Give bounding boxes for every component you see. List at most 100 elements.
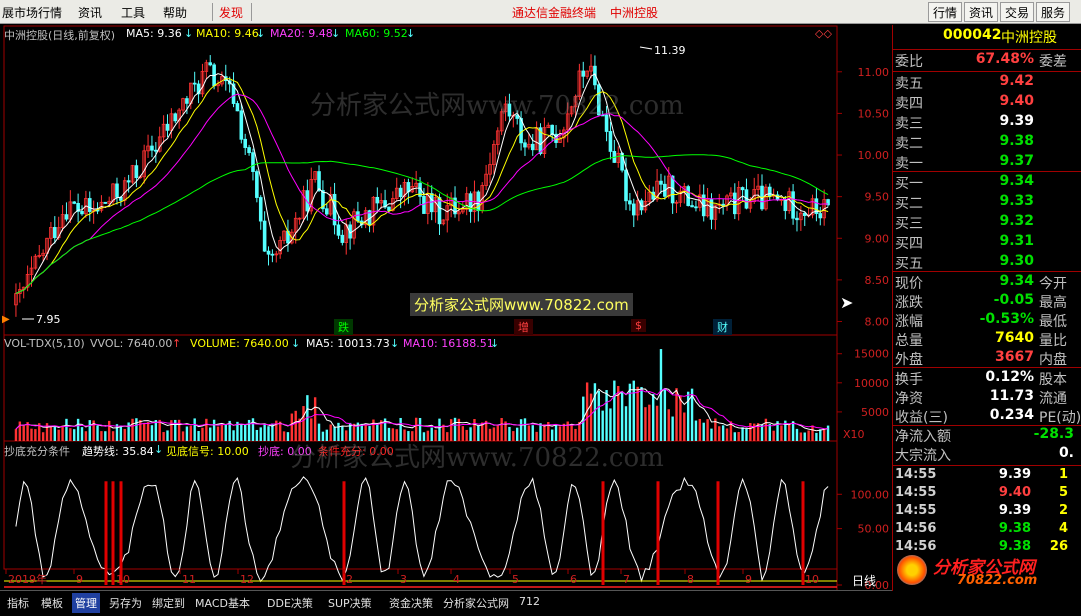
trade-qty: 2 bbox=[1058, 503, 1068, 518]
trade-row: 14:55 9.39 2 bbox=[893, 503, 1081, 521]
volume-bar bbox=[644, 407, 647, 441]
volume-bar bbox=[807, 430, 810, 441]
candle-body bbox=[624, 169, 628, 202]
trade-qty: 1 bbox=[1058, 467, 1068, 482]
watermark-box: 分析家公式网www.70822.com bbox=[410, 293, 633, 316]
marker-increase[interactable]: 增 bbox=[514, 319, 533, 335]
news-button[interactable]: 资讯 bbox=[964, 2, 999, 22]
volume-bar bbox=[189, 425, 192, 441]
volume-bar bbox=[826, 425, 830, 441]
volume-bar bbox=[768, 424, 771, 441]
ask-row[interactable]: 卖五 9.42 bbox=[893, 73, 1081, 92]
volume-bar bbox=[741, 427, 744, 441]
candle-body bbox=[476, 191, 481, 212]
volume-bar bbox=[624, 406, 628, 441]
arrow-down-icon: ↓ bbox=[184, 27, 194, 40]
diamond-icon[interactable]: ◇◇ bbox=[815, 27, 832, 40]
stat2-row: 收益(三) 0.234 PE(动) bbox=[893, 407, 1081, 426]
volume-bar bbox=[613, 380, 616, 441]
menu-market[interactable]: 展市场行情 bbox=[2, 4, 62, 21]
bottom-tab[interactable]: 管理 bbox=[72, 593, 100, 613]
menu-tools[interactable]: 工具 bbox=[121, 4, 145, 21]
flow-label: 净流入额 bbox=[895, 429, 951, 445]
quote-button[interactable]: 行情 bbox=[928, 2, 963, 22]
volume-bar bbox=[181, 431, 185, 441]
volume-bar bbox=[111, 431, 115, 441]
volume-bar bbox=[286, 432, 290, 441]
bottom-tab[interactable]: 分析家公式网 bbox=[440, 593, 512, 613]
candle-body bbox=[767, 186, 772, 197]
ask-row[interactable]: 卖二 9.38 bbox=[893, 133, 1081, 152]
marker-dividend[interactable]: $ bbox=[631, 319, 646, 332]
volume-bar bbox=[636, 386, 639, 441]
ask-row[interactable]: 卖一 9.37 bbox=[893, 153, 1081, 172]
ask-row[interactable]: 卖四 9.40 bbox=[893, 93, 1081, 112]
candle-body bbox=[173, 113, 178, 122]
marker-fall[interactable]: 跌 bbox=[334, 319, 353, 335]
y-tick-label: 9.00 bbox=[865, 232, 890, 245]
expand-arrow-icon[interactable]: ▶ bbox=[2, 314, 10, 325]
bottom-tab[interactable]: 模板 bbox=[38, 593, 66, 613]
volume-bar bbox=[593, 383, 597, 441]
service-button[interactable]: 服务 bbox=[1036, 2, 1071, 22]
bottom-tab[interactable]: 另存为 bbox=[106, 593, 145, 613]
logo-url: 70822.com bbox=[957, 573, 1038, 588]
bid-row[interactable]: 买五 9.30 bbox=[893, 253, 1081, 272]
ask-label: 卖二 bbox=[895, 136, 923, 152]
period-label[interactable]: 日线 bbox=[852, 572, 876, 589]
bottom-tab[interactable]: SUP决策 bbox=[325, 593, 375, 613]
ask-row[interactable]: 卖三 9.39 bbox=[893, 113, 1081, 132]
volume-bar bbox=[652, 394, 655, 441]
volume-bar bbox=[30, 428, 33, 441]
candle-body bbox=[740, 187, 745, 191]
trade-button[interactable]: 交易 bbox=[1000, 2, 1035, 22]
volume-bar bbox=[655, 405, 659, 441]
bottom-tab[interactable]: 指标 bbox=[4, 593, 32, 613]
menu-help[interactable]: 帮助 bbox=[163, 4, 187, 21]
volume-bar bbox=[667, 409, 670, 441]
bottom-signal-bar bbox=[119, 481, 123, 585]
bid-row[interactable]: 买一 9.34 bbox=[893, 173, 1081, 192]
bottom-signal-bar bbox=[601, 481, 605, 585]
stat-right-label: 量比 bbox=[1039, 333, 1067, 349]
bottom-tab[interactable]: 绑定到 bbox=[149, 593, 188, 613]
candle-body bbox=[631, 203, 636, 216]
volume-bar bbox=[65, 418, 68, 441]
volume-bar bbox=[127, 422, 130, 441]
volume-bar bbox=[788, 424, 791, 441]
candle-body bbox=[721, 203, 725, 206]
trade-qty: 26 bbox=[1049, 539, 1068, 554]
bottom-tab[interactable]: 资金决策 bbox=[386, 593, 436, 613]
volume-bar bbox=[313, 397, 317, 441]
menu-news[interactable]: 资讯 bbox=[78, 4, 102, 21]
bid-row[interactable]: 买三 9.32 bbox=[893, 213, 1081, 232]
bottom-toolbar: 指标 模板 管理 另存为 绑定到 MACD基本 DDE决策 SUP决策 资金决策 分析家公式网 71… bbox=[0, 590, 892, 616]
arrow-down-icon: ↓ bbox=[331, 27, 341, 40]
bottom-tab[interactable]: 712 bbox=[516, 593, 543, 610]
volume-bar bbox=[648, 404, 651, 441]
candle-body bbox=[255, 171, 259, 198]
volume-bar bbox=[216, 426, 220, 441]
ma10-label: MA10: 9.46 bbox=[196, 27, 259, 40]
bottom-tab[interactable]: MACD基本 bbox=[192, 593, 253, 613]
bid-row[interactable]: 买四 9.31 bbox=[893, 233, 1081, 252]
volume-bar bbox=[282, 431, 286, 441]
ask-label: 卖四 bbox=[895, 96, 923, 112]
watermark-main: 分析家公式网www.70822.com bbox=[310, 91, 684, 121]
volume-bar bbox=[61, 425, 64, 441]
volume-bar bbox=[745, 428, 748, 441]
bid-row[interactable]: 买二 9.33 bbox=[893, 193, 1081, 212]
y-tick-label: 50.00 bbox=[858, 523, 890, 536]
stat2-label: 收益(三) bbox=[895, 410, 948, 426]
volume-bar bbox=[142, 423, 146, 441]
candle-body bbox=[324, 208, 329, 215]
volume-bar bbox=[698, 418, 702, 441]
trade-price: 9.39 bbox=[998, 503, 1031, 518]
flow-value: 0. bbox=[1058, 445, 1074, 461]
candle-body bbox=[126, 180, 131, 183]
menu-discover[interactable]: 发现 bbox=[219, 4, 243, 21]
watermark-indicator: 分析家公式网www.70822.com bbox=[290, 443, 664, 473]
chart-area[interactable]: 11.00 10.50 10.00 9.50 9.00 8.50 8.00 15000 1000… bbox=[0, 25, 892, 591]
bottom-tab[interactable]: DDE决策 bbox=[264, 593, 316, 613]
marker-finance[interactable]: 财 bbox=[713, 319, 732, 335]
